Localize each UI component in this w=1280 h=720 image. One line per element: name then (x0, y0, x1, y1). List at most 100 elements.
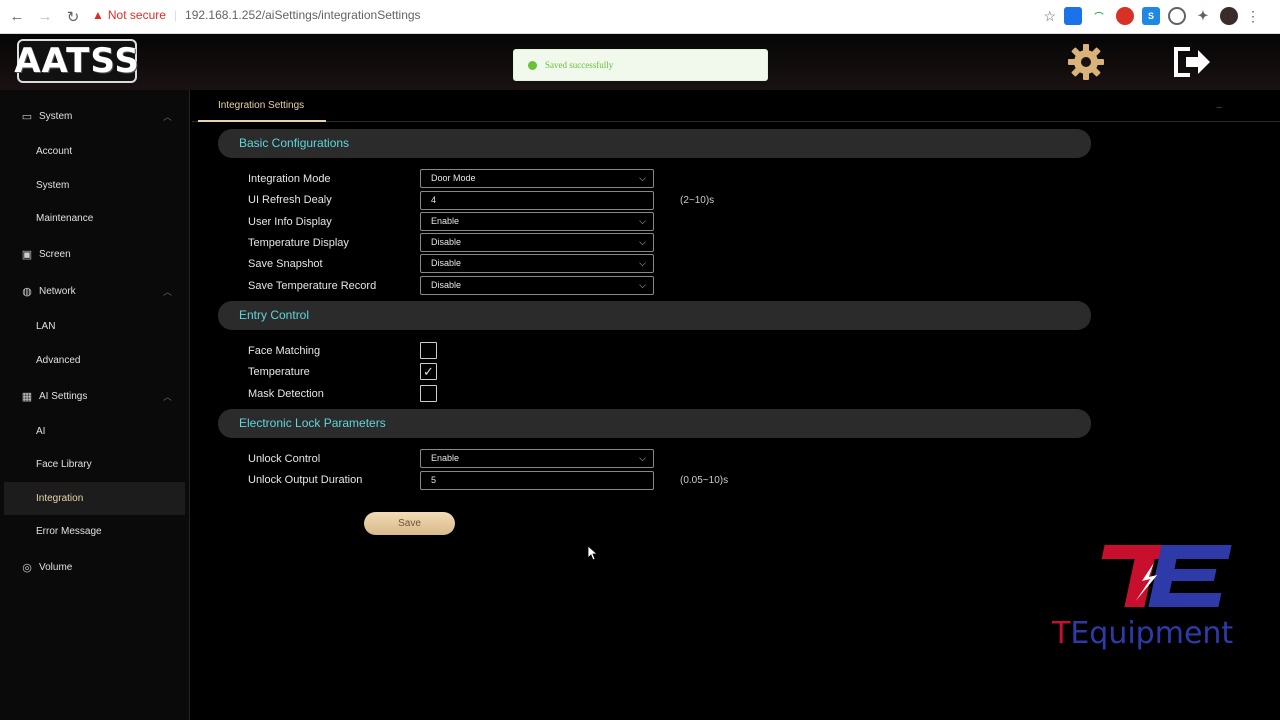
sidebar-item-lan[interactable]: LAN (0, 310, 186, 343)
sidebar-item-error-message[interactable]: Error Message (0, 515, 186, 548)
mouse-cursor-icon (588, 546, 598, 561)
mask-detection-checkbox[interactable] (420, 385, 437, 402)
avatar[interactable] (1220, 7, 1238, 25)
save-snapshot-label: Save Snapshot (248, 258, 323, 270)
ui-refresh-input[interactable]: 4 (420, 191, 654, 210)
ui-refresh-label: UI Refresh Dealy (248, 194, 332, 206)
sidebar-item-label: AI Settings (39, 391, 88, 402)
select-value: Enable (431, 453, 460, 463)
sidebar: ▭ System ︿ Account System Maintenance ▣ … (0, 90, 190, 720)
sidebar-item-system-group[interactable]: ▭ System ︿ (0, 100, 186, 133)
user-info-select[interactable]: Enable ⌵ (420, 212, 654, 231)
section-basic-configurations: Basic Configurations (218, 129, 1091, 158)
browser-toolbar: ← → ↻ ▲ Not secure | 192.168.1.252/aiSet… (0, 0, 1280, 34)
select-value: Disable (431, 237, 462, 247)
sidebar-item-label: Maintenance (36, 213, 94, 224)
forward-icon[interactable]: → (32, 4, 58, 30)
sidebar-item-label: Error Message (36, 526, 102, 537)
sidebar-item-label: System (36, 180, 70, 191)
select-value: Disable (431, 280, 462, 290)
url-text: 192.168.1.252/aiSettings/integrationSett… (185, 8, 421, 22)
input-value: 4 (431, 195, 437, 205)
mask-detection-label: Mask Detection (248, 388, 324, 400)
extension-icon[interactable]: S (1142, 7, 1160, 25)
chip-icon: ▦ (21, 390, 33, 403)
sidebar-item-volume[interactable]: ◎ Volume (0, 551, 186, 584)
temperature-display-label: Temperature Display (248, 237, 349, 249)
chevron-down-icon: ⌵ (639, 173, 646, 183)
sidebar-item-label: Network (39, 286, 76, 297)
select-value: Enable (431, 216, 460, 226)
checkmark-icon: ✓ (423, 364, 434, 379)
sidebar-item-label: LAN (36, 321, 56, 332)
sidebar-item-account[interactable]: Account (0, 135, 186, 168)
sidebar-item-screen[interactable]: ▣ Screen (0, 238, 186, 271)
unlock-control-label: Unlock Control (248, 453, 321, 465)
chevron-up-icon: ︿ (162, 287, 172, 297)
extension-icon[interactable] (1168, 7, 1186, 25)
logout-icon[interactable] (1172, 45, 1212, 79)
sidebar-item-network-group[interactable]: ◍ Network ︿ (0, 275, 186, 308)
sidebar-item-label: System (39, 111, 73, 122)
warning-icon: ▲ (92, 8, 104, 22)
sidebar-item-label: Account (36, 146, 73, 157)
save-button[interactable]: Save (364, 512, 455, 535)
sidebar-item-advanced[interactable]: Advanced (0, 344, 186, 377)
logo: AATSS (14, 39, 140, 83)
section-electronic-lock: Electronic Lock Parameters (218, 409, 1091, 438)
address-bar[interactable]: ▲ Not secure | 192.168.1.252/aiSettings/… (92, 8, 421, 22)
adblock-icon[interactable] (1116, 7, 1134, 25)
integration-mode-label: Integration Mode (248, 173, 331, 185)
not-secure-label: Not secure (107, 8, 166, 22)
tab-bar: Integration Settings – (192, 90, 1280, 122)
section-title: Basic Configurations (239, 136, 350, 150)
collapse-icon[interactable]: – (1216, 102, 1222, 113)
sidebar-item-integration[interactable]: Integration (4, 482, 185, 515)
section-title: Entry Control (239, 308, 310, 322)
save-temperature-record-select[interactable]: Disable ⌵ (420, 276, 654, 295)
section-title: Electronic Lock Parameters (239, 416, 386, 430)
sidebar-item-label: Advanced (36, 355, 81, 366)
ui-refresh-hint: (2~10)s (680, 195, 715, 206)
sidebar-item-face-library[interactable]: Face Library (0, 448, 186, 481)
extension-icon[interactable]: ⌒ (1090, 7, 1108, 25)
sidebar-item-ai[interactable]: AI (0, 415, 186, 448)
watermark-text: TEquipment (1051, 616, 1233, 651)
temperature-label: Temperature (248, 366, 310, 378)
globe-icon: ◍ (22, 285, 32, 298)
temperature-display-select[interactable]: Disable ⌵ (420, 233, 654, 252)
toast-text: Saved successfully (545, 60, 614, 70)
sidebar-item-label: Face Library (36, 459, 92, 470)
save-temperature-record-label: Save Temperature Record (248, 280, 377, 292)
tab-integration-settings[interactable]: Integration Settings (198, 90, 326, 122)
sidebar-item-system[interactable]: System (0, 169, 186, 202)
chevron-up-icon: ︿ (162, 392, 172, 402)
chevron-down-icon: ⌵ (639, 258, 646, 268)
section-entry-control: Entry Control (218, 301, 1091, 330)
unlock-duration-label: Unlock Output Duration (248, 474, 363, 486)
face-matching-checkbox[interactable] (420, 342, 437, 359)
star-icon[interactable]: ☆ (1043, 8, 1056, 25)
unlock-control-select[interactable]: Enable ⌵ (420, 449, 654, 468)
integration-mode-select[interactable]: Door Mode ⌵ (420, 169, 654, 188)
unlock-duration-input[interactable]: 5 (420, 471, 654, 490)
face-matching-label: Face Matching (248, 345, 321, 357)
temperature-checkbox[interactable]: ✓ (420, 363, 437, 380)
reload-icon[interactable]: ↻ (60, 4, 86, 30)
gear-icon[interactable] (1066, 42, 1106, 82)
extension-icon[interactable] (1064, 7, 1082, 25)
chevron-down-icon: ⌵ (639, 216, 646, 226)
sidebar-item-label: Volume (39, 562, 73, 573)
sidebar-item-maintenance[interactable]: Maintenance (0, 202, 186, 235)
app-header: AATSS Saved successfully (0, 34, 1280, 90)
select-value: Disable (431, 258, 462, 268)
image-icon: ▣ (21, 248, 33, 261)
monitor-icon: ▭ (21, 110, 33, 123)
puzzle-icon[interactable]: ✦ (1194, 7, 1212, 25)
success-icon (528, 60, 537, 70)
back-icon[interactable]: ← (4, 4, 30, 30)
menu-icon[interactable]: ⋮ (1246, 8, 1260, 25)
save-snapshot-select[interactable]: Disable ⌵ (420, 254, 654, 273)
sidebar-item-ai-settings-group[interactable]: ▦ AI Settings ︿ (0, 380, 186, 413)
extensions-row: ☆ ⌒ S ✦ ⋮ (1043, 7, 1260, 25)
